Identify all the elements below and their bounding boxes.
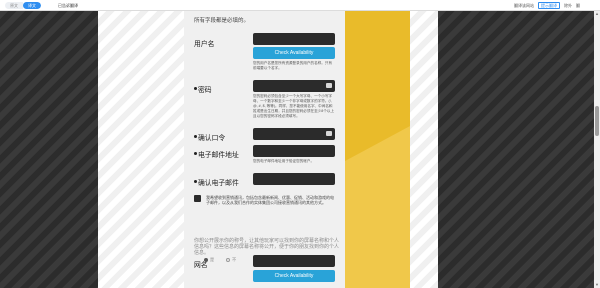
registration-form: 所有字段都是必填的。 用户名 Check Availability 您的用户名是…	[184, 11, 345, 288]
original-translation-toggle: 原文 译文	[5, 2, 41, 9]
confirm-password-label: 确认口令	[194, 132, 225, 142]
toolbar-right-actions: 翻译该网站 提示翻译 除外 翻	[514, 2, 580, 9]
email-label-text: 电子邮件地址	[198, 152, 239, 159]
username-label: 用户名	[194, 41, 215, 48]
confirm-password-label-text: 确认口令	[198, 135, 226, 142]
radio-no[interactable]: 不	[226, 257, 236, 263]
netname-label: 网名	[194, 262, 208, 269]
email-label: 电子邮件地址	[194, 149, 239, 159]
translation-toolbar: 原文 译文 已告诉翻译 翻译该网站 提示翻译 除外 翻	[0, 0, 600, 11]
required-dot	[194, 87, 197, 90]
translated-tab[interactable]: 译文	[23, 2, 41, 9]
scroll-down-arrow-icon[interactable]: ▼	[595, 283, 599, 287]
netname-check-availability-button[interactable]: Check Availability	[253, 270, 335, 282]
required-dot	[194, 180, 197, 183]
confirm-email-label-text: 确认电子邮件	[198, 180, 239, 187]
confirm-password-input[interactable]	[253, 128, 335, 140]
exclude-link[interactable]: 除外	[564, 2, 572, 9]
email-input[interactable]	[253, 145, 335, 157]
confirm-email-label: 确认电子邮件	[194, 177, 239, 187]
public-profile-question: 你想公开展示你的称号，让其他玩家可以找到你的屏幕名称和个人信息吗？这些信息的屏幕…	[194, 238, 340, 257]
right-dark-stripes	[438, 11, 594, 288]
required-dot	[194, 152, 197, 155]
marketing-consent-checkbox[interactable]	[194, 195, 201, 202]
username-help: 您的用户名是您所有资源登录的用户的名称。只有前端要以个名字。	[253, 61, 333, 70]
scrollbar[interactable]: ▲ ▼	[594, 11, 600, 288]
netname-input[interactable]	[253, 255, 335, 267]
username-input[interactable]	[253, 33, 335, 45]
radio-yes-label: 是	[210, 257, 215, 262]
right-light-stripes	[410, 11, 438, 288]
yellow-panel	[345, 11, 410, 288]
hint-translate-button[interactable]: 提示翻译	[538, 2, 560, 9]
radio-no-dot[interactable]	[226, 258, 230, 262]
keyboard-icon[interactable]	[326, 83, 332, 88]
password-label: 密码	[194, 84, 212, 94]
scroll-up-arrow-icon[interactable]: ▲	[595, 12, 599, 16]
toolbar-link[interactable]: 已告诉翻译	[58, 2, 78, 9]
form-intro: 所有字段都是必填的。	[194, 18, 250, 24]
radio-no-label: 不	[232, 257, 237, 262]
email-help: 您的电子邮件地址用于验证您的帐户。	[253, 159, 315, 163]
scrollbar-thumb[interactable]	[595, 106, 599, 136]
keyboard-icon[interactable]	[326, 131, 332, 136]
username-check-availability-button[interactable]: Check Availability	[253, 47, 335, 59]
left-light-stripes	[98, 11, 184, 288]
password-input[interactable]	[253, 80, 335, 92]
translate-link[interactable]: 翻	[576, 2, 580, 9]
left-dark-stripes	[0, 11, 98, 288]
confirm-email-input[interactable]	[253, 173, 335, 185]
marketing-consent-text: 我希望收到营销通讯，包括包含最新新闻、优惠、促销、活动和游戏的电子邮件，以及从我…	[206, 195, 334, 206]
required-dot	[194, 135, 197, 138]
password-label-text: 密码	[198, 87, 212, 94]
yellow-diagonal	[345, 126, 410, 288]
password-help: 您的密码必须包含至少一个大写字母、一个小写字母、一个数字和至少一个非字母或数字的…	[253, 94, 335, 118]
translate-site-link[interactable]: 翻译该网站	[514, 2, 534, 9]
original-tab[interactable]: 原文	[5, 2, 23, 9]
